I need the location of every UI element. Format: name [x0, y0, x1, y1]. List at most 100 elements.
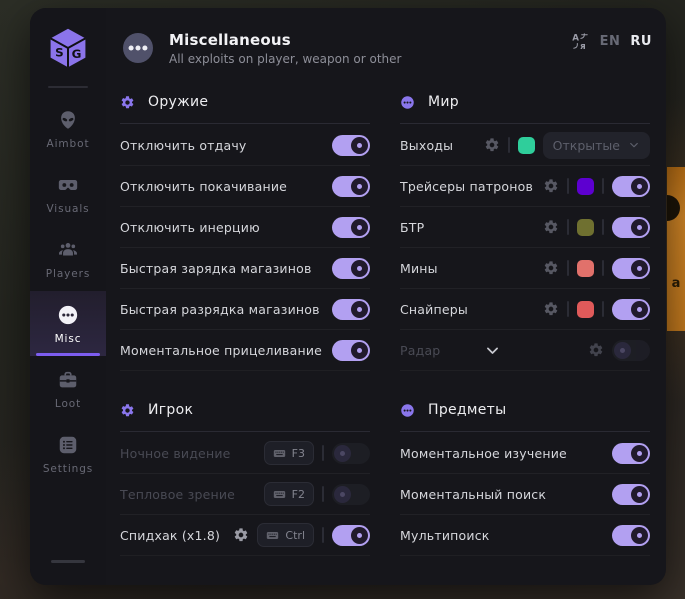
toggle-off[interactable] — [612, 340, 650, 361]
separator — [602, 301, 604, 317]
toggle-on[interactable] — [612, 484, 650, 505]
toggle-on[interactable] — [332, 135, 370, 156]
toggle-off[interactable] — [332, 484, 370, 505]
toggle-off[interactable] — [332, 443, 370, 464]
section-title: Игрок — [148, 402, 193, 418]
page-title: Miscellaneous — [169, 31, 401, 49]
list-icon — [57, 434, 79, 456]
color-chip[interactable] — [577, 260, 594, 277]
separator — [567, 219, 569, 235]
toggle-knob — [631, 260, 648, 277]
keyboard-icon — [273, 447, 286, 460]
dropdown-label: Открытые — [553, 138, 620, 153]
sidebar-item-label: Aimbot — [47, 138, 90, 150]
row-controls — [612, 484, 650, 505]
sidebar-item-loot[interactable]: Loot — [30, 356, 106, 421]
feature-row: БТР — [400, 207, 650, 248]
toggle-on[interactable] — [612, 443, 650, 464]
toggle-on[interactable] — [612, 217, 650, 238]
feature-row: Моментальное изучение — [400, 433, 650, 474]
toggle-on[interactable] — [332, 299, 370, 320]
row-controls: F3 — [264, 441, 370, 465]
row-controls — [332, 340, 370, 361]
section-title: Оружие — [148, 94, 208, 110]
hotkey-label: F3 — [292, 447, 305, 460]
section-player: ИгрокНочное видениеF3Тепловое зрениеF2Сп… — [120, 398, 370, 556]
gear-icon[interactable] — [543, 178, 559, 194]
toggle-on[interactable] — [332, 258, 370, 279]
row-controls — [543, 217, 650, 238]
section-weapon: ОружиеОтключить отдачуОтключить покачива… — [120, 90, 370, 371]
separator — [322, 445, 324, 461]
toggle-knob — [351, 260, 368, 277]
keyboard-icon — [273, 488, 286, 501]
sidebar-item-players[interactable]: Players — [30, 226, 106, 291]
row-controls — [332, 258, 370, 279]
toggle-on[interactable] — [332, 525, 370, 546]
sidebar-item-visuals[interactable]: Visuals — [30, 161, 106, 226]
gear-icon[interactable] — [543, 301, 559, 317]
toggle-knob — [631, 178, 648, 195]
feature-label: Трейсеры патронов — [400, 179, 533, 194]
sidebar-divider — [48, 86, 88, 88]
gear-icon[interactable] — [543, 260, 559, 276]
toggle-on[interactable] — [332, 217, 370, 238]
feature-row: Радар — [400, 330, 650, 371]
toggle-knob — [631, 219, 648, 236]
goggles-icon — [57, 174, 79, 196]
hotkey-badge[interactable]: F2 — [264, 482, 314, 506]
svg-text:A: A — [572, 34, 579, 44]
sidebar-item-misc[interactable]: Misc — [30, 291, 106, 356]
toggle-knob — [351, 301, 368, 318]
gear-icon[interactable] — [484, 137, 500, 153]
toggle-on[interactable] — [612, 299, 650, 320]
toggle-knob — [631, 527, 648, 544]
language-option-en[interactable]: EN — [600, 34, 621, 49]
hotkey-badge[interactable]: Ctrl — [257, 523, 314, 547]
row-controls — [612, 443, 650, 464]
toggle-knob — [351, 527, 368, 544]
gear-icon[interactable] — [233, 527, 249, 543]
color-chip[interactable] — [577, 301, 594, 318]
gear-icon[interactable] — [588, 342, 604, 358]
separator — [602, 260, 604, 276]
color-chip[interactable] — [577, 178, 594, 195]
background-signboard: а — [667, 167, 685, 331]
sidebar-item-aimbot[interactable]: Aimbot — [30, 96, 106, 161]
players-icon — [57, 239, 79, 261]
language-option-ru[interactable]: RU — [630, 34, 652, 49]
toggle-on[interactable] — [612, 258, 650, 279]
chevron-down-icon[interactable] — [484, 342, 501, 359]
row-controls: F2 — [264, 482, 370, 506]
color-chip[interactable] — [577, 219, 594, 236]
content-column-right: МирВыходыОткрытыеТрейсеры патроновБТРМин… — [400, 90, 650, 585]
toggle-on[interactable] — [332, 176, 370, 197]
feature-label: Мультипоиск — [400, 528, 490, 543]
gear-icon[interactable] — [543, 219, 559, 235]
toggle-on[interactable] — [612, 525, 650, 546]
toggle-knob — [631, 445, 648, 462]
toggle-knob — [631, 301, 648, 318]
toggle-on[interactable] — [612, 176, 650, 197]
toggle-on[interactable] — [332, 340, 370, 361]
row-controls — [332, 176, 370, 197]
toggle-knob — [614, 342, 631, 359]
sidebar-item-label: Players — [46, 268, 90, 280]
hotkey-badge[interactable]: F3 — [264, 441, 314, 465]
color-chip[interactable] — [518, 137, 535, 154]
feature-row: Трейсеры патронов — [400, 166, 650, 207]
sidebar-item-label: Visuals — [46, 203, 89, 215]
sidebar-handle[interactable] — [51, 560, 85, 563]
section-items: ПредметыМоментальное изучениеМоментальны… — [400, 398, 650, 556]
feature-row: Моментальное прицеливание — [120, 330, 370, 371]
feature-label: Радар — [400, 343, 440, 358]
sidebar-item-settings[interactable]: Settings — [30, 421, 106, 486]
ellipsis-icon — [400, 403, 415, 418]
feature-label: Спидхак (x1.8) — [120, 528, 220, 543]
svg-text:S: S — [55, 45, 64, 59]
row-controls — [332, 299, 370, 320]
feature-row: ВыходыОткрытые — [400, 125, 650, 166]
feature-label: Отключить отдачу — [120, 138, 247, 153]
hotkey-label: F2 — [292, 488, 305, 501]
dropdown-select[interactable]: Открытые — [543, 132, 650, 159]
